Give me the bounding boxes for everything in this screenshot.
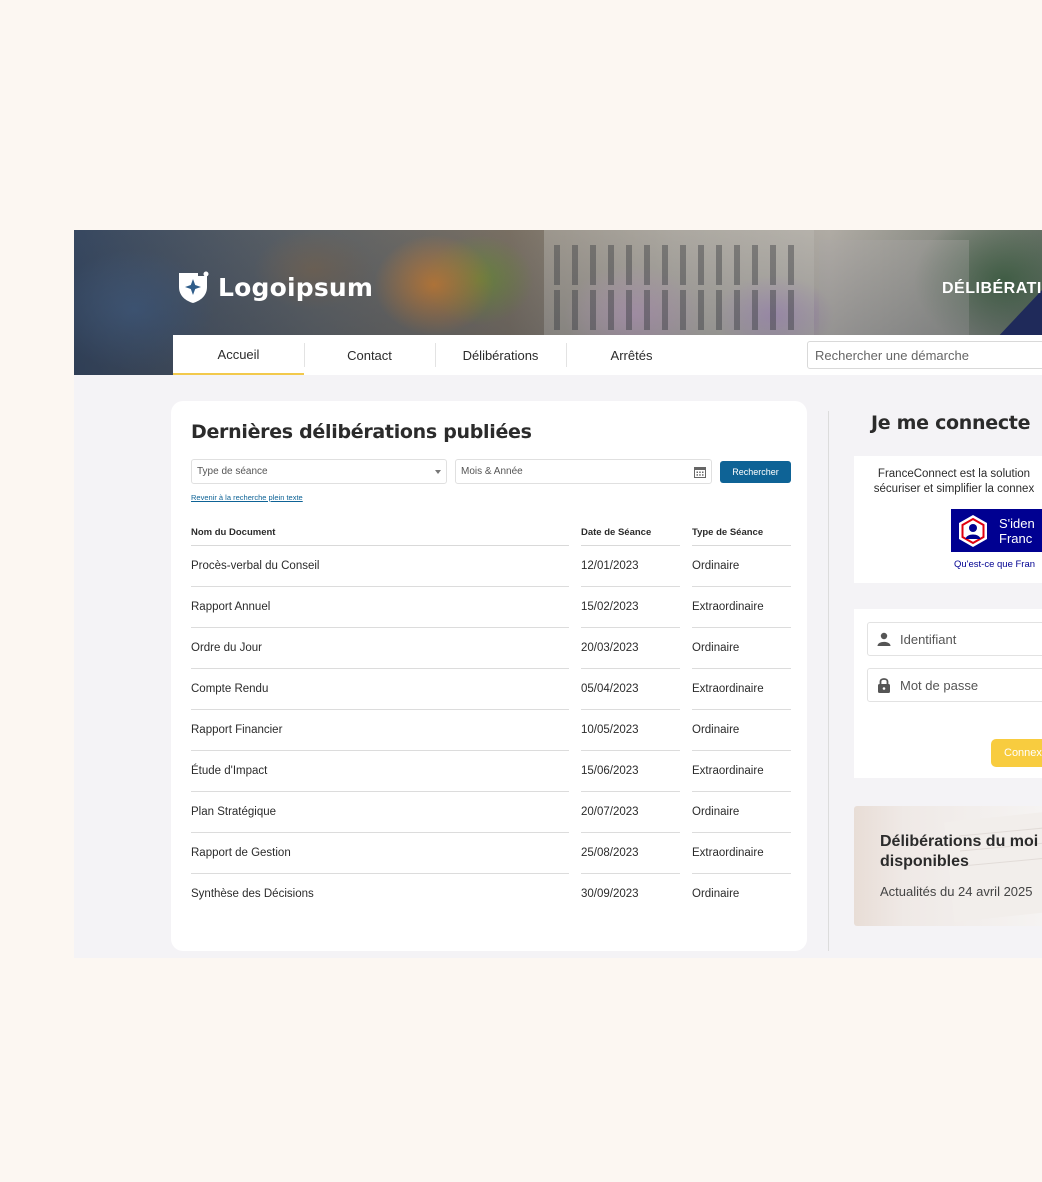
news-card[interactable]: Délibérations du moi disponibles Actuali… bbox=[854, 806, 1042, 926]
site-logo[interactable]: Logoipsum bbox=[176, 270, 373, 304]
table-row[interactable]: Procès-verbal du Conseil 12/01/2023 Ordi… bbox=[191, 546, 791, 587]
document-name[interactable]: Rapport Financier bbox=[191, 710, 569, 751]
document-name[interactable]: Synthèse des Décisions bbox=[191, 874, 569, 914]
session-date: 15/02/2023 bbox=[581, 587, 680, 628]
identifier-field[interactable] bbox=[867, 622, 1042, 656]
table-row[interactable]: Rapport Financier 10/05/2023 Ordinaire bbox=[191, 710, 791, 751]
franceconnect-button-line1: S'iden bbox=[999, 515, 1035, 531]
session-date: 15/06/2023 bbox=[581, 751, 680, 792]
banner-title: DÉLIBÉRATIONS bbox=[942, 280, 1042, 297]
session-type: Extraordinaire bbox=[692, 669, 791, 710]
session-type: Extraordinaire bbox=[692, 751, 791, 792]
franceconnect-panel: FranceConnect est la solution sécuriser … bbox=[854, 456, 1042, 583]
document-name[interactable]: Compte Rendu bbox=[191, 669, 569, 710]
deliberations-card: Dernières délibérations publiées Type de… bbox=[171, 401, 807, 951]
document-name[interactable]: Étude d'Impact bbox=[191, 751, 569, 792]
password-input[interactable] bbox=[900, 677, 1042, 693]
lock-icon bbox=[878, 678, 890, 693]
franceconnect-text-line2: sécuriser et simplifier la connex bbox=[873, 482, 1035, 495]
table-row[interactable]: Étude d'Impact 15/06/2023 Extraordinaire bbox=[191, 751, 791, 792]
page-title: Dernières délibérations publiées bbox=[191, 421, 532, 443]
session-type: Ordinaire bbox=[692, 792, 791, 833]
shield-star-icon bbox=[179, 271, 209, 303]
news-subtitle: Actualités du 24 avril 2025 bbox=[880, 884, 1033, 899]
franceconnect-button-line2: Franc bbox=[999, 530, 1033, 546]
document-name[interactable]: Rapport de Gestion bbox=[191, 833, 569, 874]
document-name[interactable]: Rapport Annuel bbox=[191, 587, 569, 628]
column-header-type[interactable]: Type de Séance bbox=[692, 520, 791, 546]
table-header-row: Nom du Document Date de Séance Type de S… bbox=[191, 520, 791, 546]
session-type: Ordinaire bbox=[692, 628, 791, 669]
caret-down-icon bbox=[435, 469, 441, 474]
session-type: Extraordinaire bbox=[692, 833, 791, 874]
session-date: 30/09/2023 bbox=[581, 888, 639, 900]
column-header-name[interactable]: Nom du Document bbox=[191, 520, 569, 546]
identifier-input[interactable] bbox=[900, 631, 1042, 647]
franceconnect-logo-icon bbox=[959, 514, 987, 547]
table-row[interactable]: Plan Stratégique 20/07/2023 Ordinaire bbox=[191, 792, 791, 833]
session-date: 25/08/2023 bbox=[581, 833, 680, 874]
column-header-date[interactable]: Date de Séance bbox=[581, 520, 680, 546]
session-date: 12/01/2023 bbox=[581, 546, 680, 587]
news-title-line2: disponibles bbox=[880, 853, 969, 870]
main-navigation: Accueil Contact Délibérations Arrêtés bbox=[173, 335, 1042, 375]
table-row[interactable]: Synthèse des Décisions 30/09/2023 Ordina… bbox=[191, 874, 791, 914]
password-field[interactable] bbox=[867, 668, 1042, 702]
session-date: 05/04/2023 bbox=[581, 669, 680, 710]
column-divider bbox=[828, 411, 829, 951]
document-name[interactable]: Procès-verbal du Conseil bbox=[191, 546, 569, 587]
franceconnect-description: FranceConnect est la solution sécuriser … bbox=[854, 467, 1042, 496]
connect-title: Je me connecte bbox=[871, 412, 1031, 434]
table-row[interactable]: Ordre du Jour 20/03/2023 Ordinaire bbox=[191, 628, 791, 669]
franceconnect-text-line1: FranceConnect est la solution bbox=[877, 468, 1031, 480]
browser-viewport: Logoipsum DÉLIBÉRATIONS Accueil Contact … bbox=[74, 230, 1042, 958]
logo-text: Logoipsum bbox=[218, 272, 374, 302]
session-date: 20/03/2023 bbox=[581, 628, 680, 669]
session-type: Extraordinaire bbox=[692, 587, 791, 628]
deliberations-table: Nom du Document Date de Séance Type de S… bbox=[179, 520, 803, 914]
session-date: 20/07/2023 bbox=[581, 792, 680, 833]
news-title: Délibérations du moi disponibles bbox=[880, 832, 1042, 872]
month-year-placeholder: Mois & Année bbox=[461, 466, 523, 477]
franceconnect-button[interactable]: S'iden Franc bbox=[951, 509, 1042, 552]
connect-button[interactable]: Connex bbox=[991, 739, 1042, 767]
session-date: 10/05/2023 bbox=[581, 710, 680, 751]
session-type-select[interactable]: Type de séance bbox=[191, 459, 447, 484]
search-input[interactable] bbox=[807, 341, 1042, 369]
franceconnect-button-label: S'iden Franc bbox=[999, 516, 1035, 546]
document-name[interactable]: Plan Stratégique bbox=[191, 792, 569, 833]
search-button[interactable]: Rechercher bbox=[720, 461, 791, 483]
tab-arretes[interactable]: Arrêtés bbox=[566, 335, 697, 375]
tab-accueil[interactable]: Accueil bbox=[173, 335, 304, 375]
table-row[interactable]: Compte Rendu 05/04/2023 Extraordinaire bbox=[191, 669, 791, 710]
franceconnect-info-link[interactable]: Qu'est-ce que Fran bbox=[954, 559, 1035, 570]
user-icon bbox=[877, 632, 891, 646]
month-year-input[interactable]: Mois & Année bbox=[455, 459, 712, 484]
calendar-icon[interactable] bbox=[694, 466, 706, 478]
table-row[interactable]: Rapport de Gestion 25/08/2023 Extraordin… bbox=[191, 833, 791, 874]
tab-contact[interactable]: Contact bbox=[304, 335, 435, 375]
login-panel: Connex bbox=[854, 609, 1042, 778]
session-type: Ordinaire bbox=[692, 888, 740, 900]
session-type: Ordinaire bbox=[692, 546, 791, 587]
fulltext-search-link[interactable]: Revenir à la recherche plein texte bbox=[191, 493, 303, 502]
table-row[interactable]: Rapport Annuel 15/02/2023 Extraordinaire bbox=[191, 587, 791, 628]
session-type-placeholder: Type de séance bbox=[197, 466, 268, 477]
document-name[interactable]: Ordre du Jour bbox=[191, 628, 569, 669]
news-title-line1: Délibérations du moi bbox=[880, 833, 1039, 850]
session-type: Ordinaire bbox=[692, 710, 791, 751]
tab-deliberations[interactable]: Délibérations bbox=[435, 335, 566, 375]
